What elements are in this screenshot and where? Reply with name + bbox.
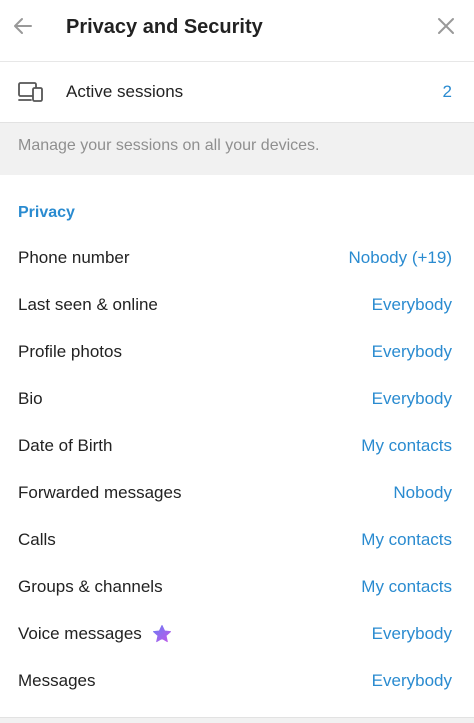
active-sessions-label: Active sessions [66,82,184,101]
privacy-item-value: Everybody [371,624,452,643]
privacy-item-label-text: Forwarded messages [18,483,182,502]
privacy-item-label-text: Groups & channels [18,577,163,596]
privacy-item-label: Voice messages [18,623,172,645]
privacy-item-label-text: Bio [18,389,43,408]
privacy-item-label: Bio [18,388,43,410]
privacy-item-voice-messages[interactable]: Voice messages Everybody [0,611,474,658]
privacy-item-label: Calls [18,529,56,551]
privacy-section-title: Privacy [18,204,75,221]
privacy-item-value: Everybody [371,295,452,314]
privacy-item-label: Profile photos [18,341,122,363]
privacy-item-date-of-birth[interactable]: Date of Birth My contacts [0,423,474,470]
back-button[interactable] [10,13,36,39]
section-divider [0,717,474,723]
close-icon [438,18,454,34]
devices-icon [18,82,43,102]
privacy-item-label-text: Messages [18,671,96,690]
active-sessions-row[interactable]: Active sessions 2 [0,63,474,121]
privacy-item-forwarded-messages[interactable]: Forwarded messages Nobody [0,470,474,517]
privacy-item-last-seen[interactable]: Last seen & online Everybody [0,282,474,329]
privacy-item-label: Forwarded messages [18,482,181,504]
privacy-item-value: Nobody (+19) [348,248,452,267]
privacy-item-label-text: Last seen & online [18,295,158,314]
privacy-item-value: Everybody [371,389,452,408]
privacy-item-value: My contacts [361,530,452,549]
arrow-left-icon [14,18,32,34]
premium-star-icon [152,625,171,643]
privacy-item-groups-channels[interactable]: Groups & channels My contacts [0,564,474,611]
privacy-item-label: Last seen & online [18,294,158,316]
sessions-hint-band: Manage your sessions on all your devices… [0,122,474,175]
privacy-item-calls[interactable]: Calls My contacts [0,517,474,564]
privacy-item-bio[interactable]: Bio Everybody [0,376,474,423]
privacy-item-value: Everybody [371,342,452,361]
privacy-item-label: Groups & channels [18,576,163,598]
privacy-item-label-text: Calls [18,530,56,549]
privacy-item-label-text: Phone number [18,248,130,267]
privacy-item-messages[interactable]: Messages Everybody [0,658,474,705]
privacy-list: Phone number Nobody (+19) Last seen & on… [0,235,474,705]
page-title: Privacy and Security [66,16,263,38]
privacy-item-label: Messages [18,670,95,692]
privacy-item-profile-photos[interactable]: Profile photos Everybody [0,329,474,376]
privacy-item-label: Date of Birth [18,435,113,457]
privacy-item-value: Everybody [371,671,452,690]
privacy-item-label-text: Profile photos [18,342,122,361]
panel-header: Privacy and Security [0,0,474,62]
privacy-item-value: My contacts [361,436,452,455]
close-button[interactable] [434,14,458,38]
privacy-item-label-text: Voice messages [18,624,142,643]
privacy-item-phone-number[interactable]: Phone number Nobody (+19) [0,235,474,282]
sessions-hint: Manage your sessions on all your devices… [18,137,320,154]
privacy-security-panel: Privacy and Security Active sessions 2 M… [0,0,474,723]
privacy-item-value: My contacts [361,577,452,596]
privacy-item-label-text: Date of Birth [18,436,113,455]
active-sessions-count: 2 [442,82,452,101]
privacy-item-label: Phone number [18,247,130,269]
privacy-item-value: Nobody [393,483,452,502]
